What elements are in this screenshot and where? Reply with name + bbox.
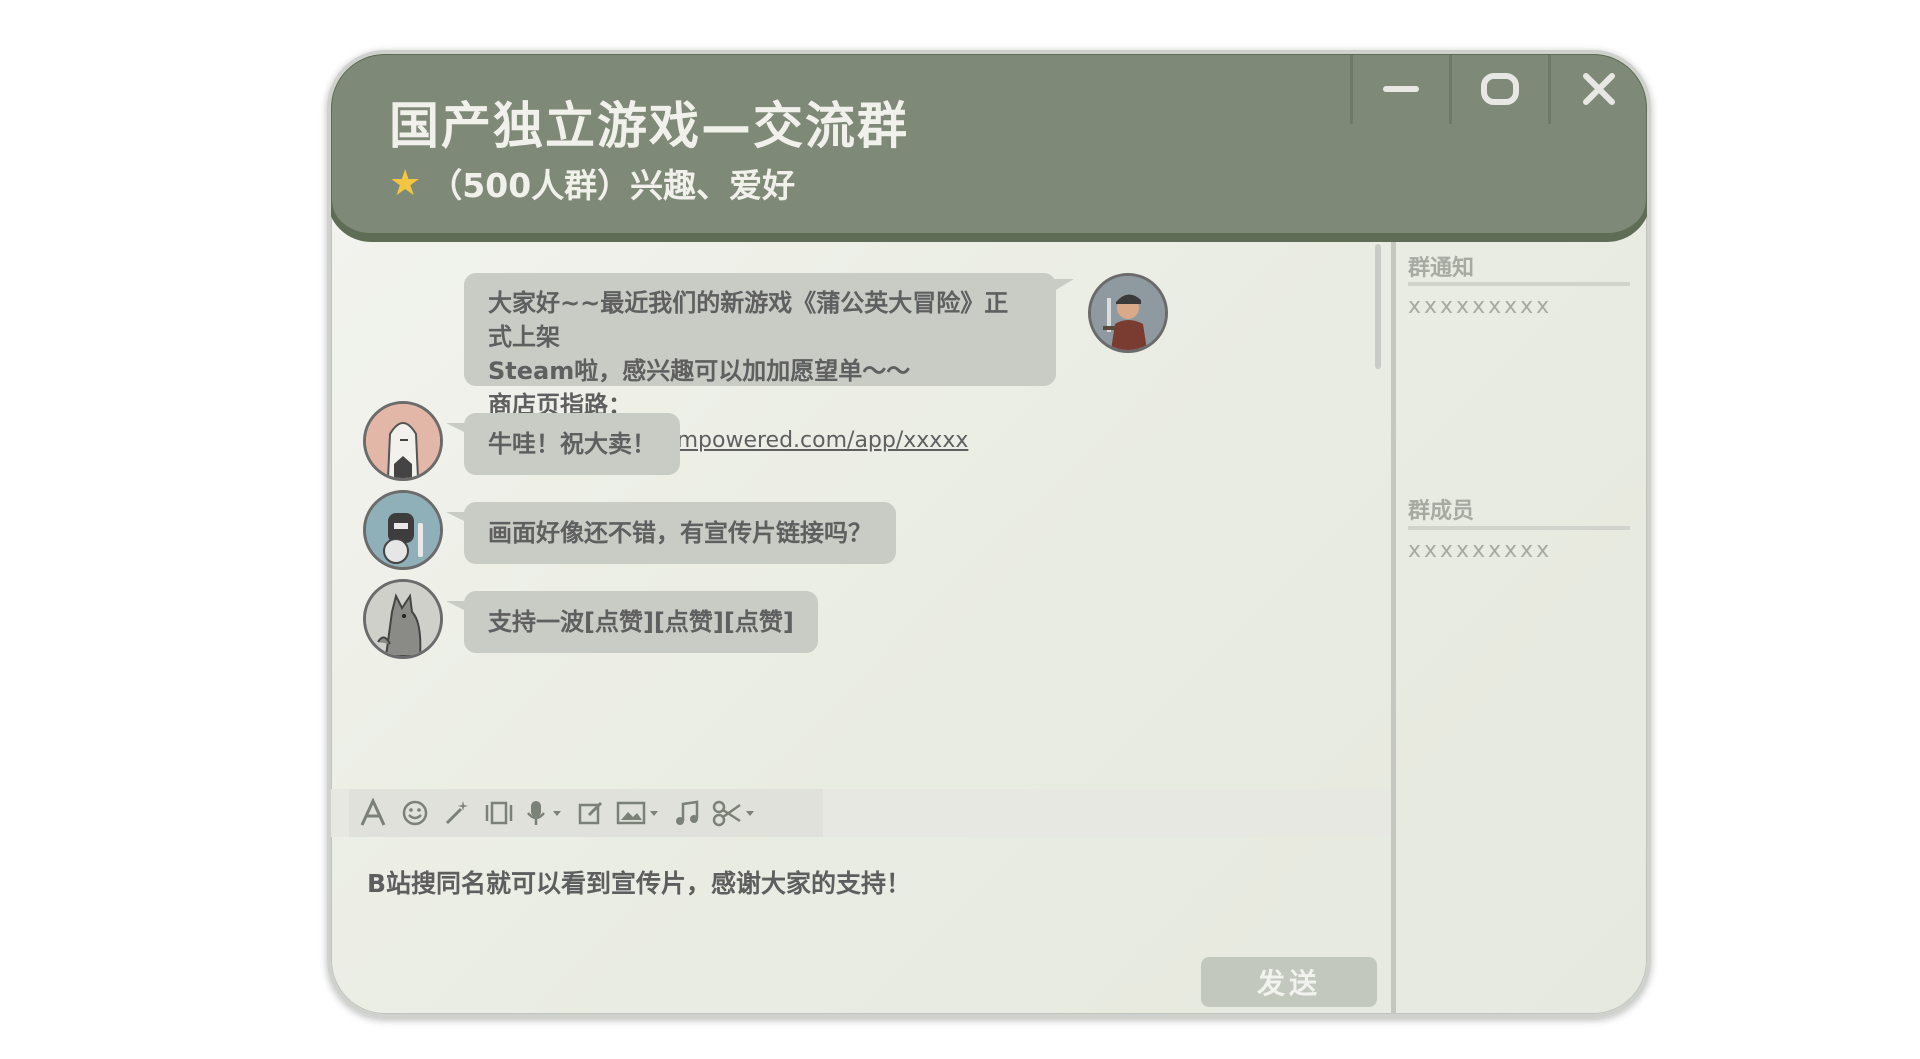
magic-wand-icon[interactable] — [439, 796, 475, 830]
ghost-avatar-icon — [366, 404, 440, 478]
scrollbar-thumb[interactable] — [1375, 244, 1381, 369]
group-title: 国产独立游戏—交流群 — [389, 97, 909, 155]
notice-divider — [1408, 282, 1630, 286]
avatar-member-2[interactable] — [363, 490, 443, 570]
font-icon[interactable] — [355, 796, 391, 830]
avatar-member-1[interactable] — [363, 401, 443, 481]
microphone-icon[interactable] — [523, 796, 567, 830]
wolf-avatar-icon — [366, 582, 440, 656]
title-bar: 国产独立游戏—交流群 ★ （500人群）兴趣、爱好 — [331, 54, 1647, 238]
minimize-button[interactable] — [1350, 54, 1449, 124]
message-text: 画面好像还不错，有宣传片链接吗？ — [488, 519, 872, 547]
notice-content[interactable]: xxxxxxxxx — [1408, 294, 1552, 319]
screen-shake-icon[interactable] — [481, 796, 517, 830]
avatar-member-3[interactable] — [363, 579, 443, 659]
members-divider — [1408, 526, 1630, 530]
message-scrollbar[interactable] — [1375, 244, 1381, 834]
star-icon: ★ — [389, 162, 422, 204]
close-icon — [1583, 73, 1615, 105]
notice-heading: 群通知 — [1408, 256, 1475, 281]
members-heading: 群成员 — [1408, 499, 1475, 524]
avatar-self[interactable] — [1088, 273, 1168, 353]
scissors-icon[interactable] — [711, 796, 759, 830]
message-list[interactable]: 大家好~~最近我们的新游戏《蒲公英大冒险》正式上架 Steam啦，感兴趣可以加加… — [331, 238, 1381, 833]
music-icon[interactable] — [669, 796, 705, 830]
send-button[interactable]: 发送 — [1201, 957, 1377, 1007]
group-subtitle: ★ （500人群）兴趣、爱好 — [389, 159, 795, 207]
minimize-icon — [1383, 86, 1419, 92]
group-subtitle-text: （500人群）兴趣、爱好 — [429, 166, 796, 205]
chat-window: 国产独立游戏—交流群 ★ （500人群）兴趣、爱好 大家好~~最近我们的新游戏《… — [327, 50, 1651, 1018]
group-sidebar: 群通知 xxxxxxxxx 群成员 xxxxxxxxx — [1396, 238, 1647, 1014]
message-line-1: 大家好~~最近我们的新游戏《蒲公英大冒险》正式上架 — [488, 289, 1009, 351]
knight-avatar-icon — [1091, 276, 1165, 350]
input-toolbar — [349, 789, 823, 837]
emoji-icon[interactable] — [397, 796, 433, 830]
maximize-button[interactable] — [1449, 54, 1548, 124]
message-bubble-member-3: 支持一波[点赞][点赞][点赞] — [446, 591, 818, 653]
message-text: 牛哇！祝大卖！ — [488, 430, 656, 458]
message-input[interactable]: B站搜同名就可以看到宣传片，感谢大家的支持！ — [367, 864, 1347, 900]
image-icon[interactable] — [615, 796, 663, 830]
window-controls — [1350, 54, 1647, 124]
maximize-icon — [1481, 73, 1519, 105]
message-line-2: Steam啦，感兴趣可以加加愿望单～～ — [488, 357, 911, 385]
message-bubble-member-2: 画面好像还不错，有宣传片链接吗？ — [446, 502, 896, 564]
message-text: 支持一波[点赞][点赞][点赞] — [488, 608, 794, 636]
message-bubble-self: 大家好~~最近我们的新游戏《蒲公英大冒险》正式上架 Steam啦，感兴趣可以加加… — [464, 273, 1074, 453]
edit-icon[interactable] — [573, 796, 609, 830]
members-list[interactable]: xxxxxxxxx — [1408, 538, 1552, 563]
message-bubble-member-1: 牛哇！祝大卖！ — [446, 413, 680, 475]
armored-knight-avatar-icon — [366, 493, 440, 567]
close-button[interactable] — [1548, 54, 1647, 124]
